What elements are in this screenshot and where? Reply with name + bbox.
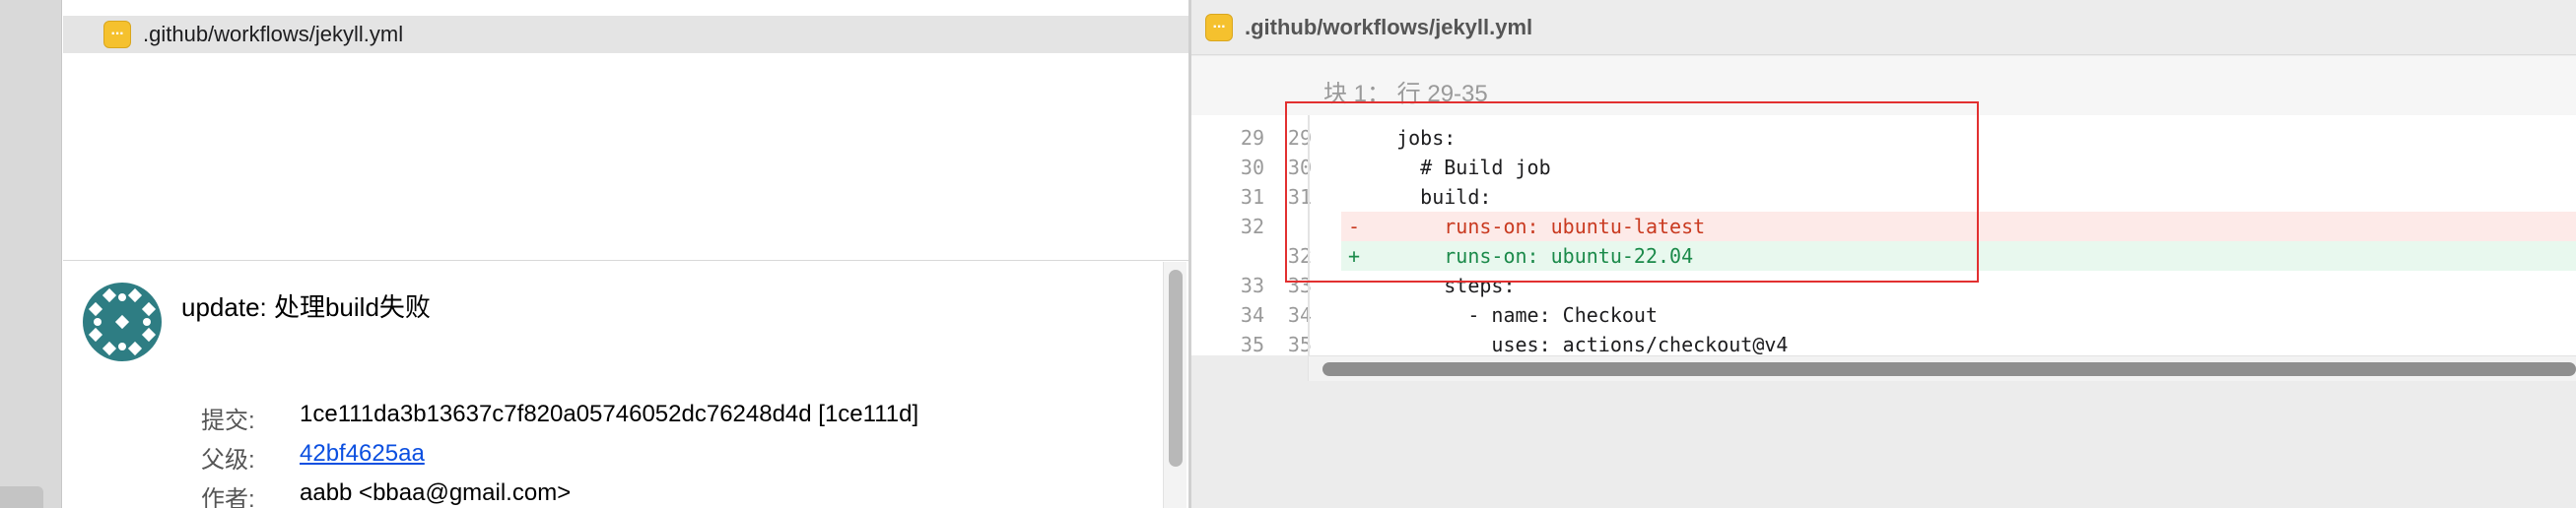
diff-file-header: ··· .github/workflows/jekyll.yml	[1191, 0, 2576, 55]
changed-files-list: ··· .github/workflows/jekyll.yml	[63, 0, 1188, 261]
parent-label: 父级:	[201, 447, 255, 474]
author-label: 作者:	[201, 486, 255, 508]
commit-detail: update: 处理build失败 提交: 1ce111da3b13637c7f…	[63, 262, 1188, 508]
file-modified-badge-icon: ···	[1205, 13, 1233, 41]
commit-label: 提交:	[201, 408, 255, 434]
old-line-number: 35	[1240, 333, 1264, 356]
file-modified-badge-icon: ···	[103, 21, 131, 48]
diff-line: 34 34 - name: Checkout	[1191, 300, 2576, 330]
old-line-number: 34	[1240, 303, 1264, 327]
commit-message-title: update: 处理build失败	[181, 292, 431, 322]
annotation-highlight-box	[1285, 101, 1979, 283]
commit-hash: 1ce111da3b13637c7f820a05746052dc76248d4d…	[300, 401, 919, 427]
old-line-number: 30	[1240, 156, 1264, 179]
scrollbar-thumb[interactable]	[1322, 362, 2576, 376]
commit-detail-scrollbar[interactable]	[1163, 262, 1186, 508]
file-name: .github/workflows/jekyll.yml	[143, 22, 404, 46]
left-gutter	[0, 0, 62, 508]
old-line-number: 33	[1240, 274, 1264, 297]
code-text: - name: Checkout	[1373, 303, 1658, 327]
old-line-number: 29	[1240, 126, 1264, 150]
diff-horizontal-scrollbar[interactable]	[1309, 355, 2576, 381]
old-line-number: 31	[1240, 185, 1264, 209]
gutter-tab[interactable]	[0, 486, 43, 508]
scrollbar-thumb[interactable]	[1169, 270, 1183, 467]
old-line-number: 32	[1240, 215, 1264, 238]
diff-empty-area	[1191, 381, 2576, 508]
commit-pane: ··· .github/workflows/jekyll.yml update:…	[63, 0, 1188, 508]
parent-commit-link[interactable]: 42bf4625aa	[300, 440, 425, 468]
file-list-item[interactable]: ··· .github/workflows/jekyll.yml	[63, 16, 1188, 53]
author-avatar-icon	[83, 283, 162, 361]
new-line-number: 35	[1287, 333, 1312, 356]
new-line-number: 34	[1287, 303, 1312, 327]
author-value: aabb <bbaa@gmail.com>	[300, 479, 572, 506]
diff-file-name: .github/workflows/jekyll.yml	[1245, 14, 1533, 39]
